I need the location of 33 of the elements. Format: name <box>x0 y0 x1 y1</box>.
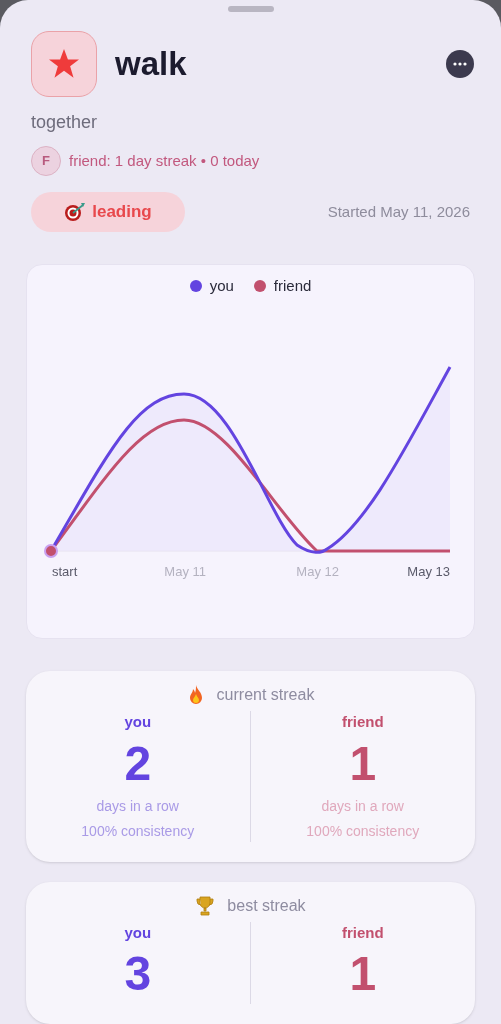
habit-subtitle: together <box>31 111 98 134</box>
x-axis-label: May 13 <box>407 563 450 581</box>
x-axis-label: May 12 <box>296 563 339 581</box>
player-label: you <box>124 922 152 943</box>
x-axis-label: start <box>52 563 78 581</box>
legend-label: you <box>209 276 234 296</box>
consistency-text: 100% consistency <box>81 821 195 841</box>
start-date: Started May 11, 2026 <box>327 201 470 222</box>
friend-avatar: F <box>31 146 61 176</box>
streak-count: 3 <box>124 946 152 1002</box>
target-icon <box>64 202 87 222</box>
player-label: friend <box>341 922 384 943</box>
badge-label: leading <box>92 201 152 224</box>
friend-status: friend: 1 day streak • 0 today <box>69 150 260 171</box>
streak-count: 1 <box>349 735 377 792</box>
player-label: you <box>124 712 152 732</box>
card-title: best streak <box>227 895 306 916</box>
streak-count: 2 <box>124 735 152 792</box>
streak-caption: days in a row <box>321 796 404 816</box>
player-label: friend <box>341 712 384 732</box>
streak-count: 1 <box>349 946 377 1002</box>
more-icon <box>453 62 467 66</box>
trophy-icon <box>195 895 216 916</box>
legend-label: friend <box>273 276 312 296</box>
streak-caption: days in a row <box>96 796 179 816</box>
x-axis-label: May 11 <box>164 563 206 581</box>
consistency-text: 100% consistency <box>306 821 420 841</box>
start-point <box>44 544 58 558</box>
star-icon <box>48 49 80 79</box>
more-button[interactable] <box>446 50 474 78</box>
card-title: current streak <box>216 685 315 705</box>
drag-handle[interactable] <box>227 6 274 12</box>
habit-title: walk <box>115 44 187 85</box>
